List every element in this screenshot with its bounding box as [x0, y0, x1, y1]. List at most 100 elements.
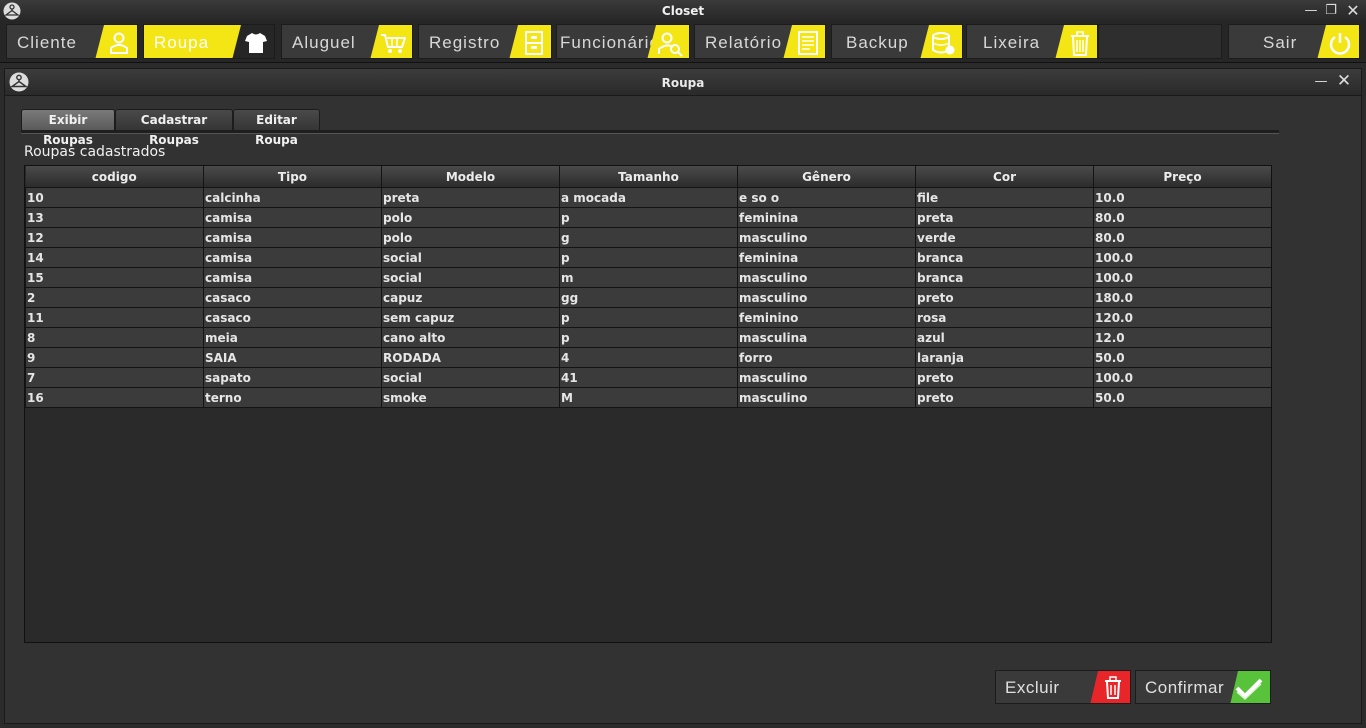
- nav-aluguel-label: Aluguel: [292, 33, 356, 52]
- nav-funcionario-tag: [647, 25, 689, 58]
- database-icon: [932, 32, 955, 55]
- table-cell: camisa: [203, 207, 382, 228]
- minimize-button[interactable]: —: [1302, 2, 1320, 20]
- table-row[interactable]: 13 camisa polo p feminina preta 80.0: [25, 207, 1271, 228]
- file-cabinet-icon: [525, 31, 543, 55]
- nav-relatorio-tag: [783, 25, 825, 58]
- nav-backup-button[interactable]: Backup: [831, 24, 963, 59]
- table-row[interactable]: 10 calcinha preta a mocada e so o file 10.0: [25, 187, 1271, 208]
- checkmark-icon: [1235, 678, 1263, 700]
- report-icon: [798, 31, 818, 55]
- table-cell: e so o: [737, 187, 916, 208]
- nav-sair-label: Sair: [1263, 33, 1298, 52]
- table-cell: 12.0: [1093, 327, 1271, 348]
- main-nav-bar: Cliente Roupa Aluguel Registro Funcionár…: [0, 22, 1366, 63]
- table-cell: 50.0: [1093, 347, 1271, 368]
- table-cell: rosa: [915, 307, 1094, 328]
- nav-registro-button[interactable]: Registro: [418, 24, 552, 59]
- table-cell: 16: [25, 387, 204, 408]
- table-row[interactable]: 16 terno smoke Mmasculino preto 50.0: [25, 387, 1271, 408]
- table-cell: 10: [25, 187, 204, 208]
- tab-cadastrar-roupas[interactable]: Cadastrar Roupas: [115, 109, 233, 147]
- nav-sair-button[interactable]: Sair: [1228, 24, 1360, 59]
- nav-backup-tag: [920, 25, 962, 58]
- table-cell: p: [559, 307, 738, 328]
- nav-registro-label: Registro: [429, 33, 501, 52]
- table-cell: camisa: [203, 227, 382, 248]
- column-header-tipo[interactable]: Tipo: [203, 166, 382, 188]
- table-cell: 100.0: [1093, 267, 1271, 288]
- table-cell: 80.0: [1093, 227, 1271, 248]
- column-header-cor[interactable]: Cor: [915, 166, 1094, 188]
- nav-relatorio-button[interactable]: Relatório: [694, 24, 826, 59]
- trash-icon: [1105, 676, 1121, 699]
- table-cell: branca: [915, 267, 1094, 288]
- nav-registro-tag: [509, 25, 551, 58]
- nav-funcionario-button[interactable]: Funcionário: [556, 24, 690, 59]
- table-row[interactable]: 15 camisa social m masculino branca 100.0: [25, 267, 1271, 288]
- frame-close-button[interactable]: ✕: [1335, 72, 1353, 90]
- close-button[interactable]: ✕: [1344, 2, 1362, 20]
- table-cell: feminino: [737, 307, 916, 328]
- window-title: Closet: [661, 4, 705, 18]
- column-header-tamanho[interactable]: Tamanho: [559, 166, 738, 188]
- restore-button[interactable]: ❐: [1322, 2, 1340, 20]
- excluir-button[interactable]: Excluir: [995, 670, 1131, 704]
- trash-icon: [1071, 31, 1089, 56]
- nav-cliente-label: Cliente: [17, 33, 77, 52]
- table-cell: a mocada: [559, 187, 738, 208]
- tab-editar-roupa[interactable]: Editar Roupa: [233, 109, 320, 147]
- table-cell: preto: [915, 387, 1094, 408]
- table-cell: preta: [381, 187, 560, 208]
- table-cell: 50.0: [1093, 387, 1271, 408]
- table-cell: feminina: [737, 207, 916, 228]
- column-header-preco[interactable]: Preço: [1093, 166, 1271, 188]
- table-cell: 8: [25, 327, 204, 348]
- tab-exibir-roupas[interactable]: Exibir Roupas: [21, 109, 115, 147]
- table-cell: sapato: [203, 367, 382, 388]
- table-cell: cano alto: [381, 327, 560, 348]
- nav-cliente-button[interactable]: Cliente: [6, 24, 138, 59]
- column-header-codigo[interactable]: codigo: [25, 166, 204, 188]
- nav-aluguel-button[interactable]: Aluguel: [281, 24, 413, 59]
- nav-aluguel-tag: [370, 25, 412, 58]
- window-title-bar: Closet — ❐ ✕: [0, 0, 1366, 23]
- frame-title-bar: Roupa — ✕: [5, 69, 1361, 96]
- table-cell: preto: [915, 367, 1094, 388]
- roupas-table-container[interactable]: codigo Tipo Modelo Tamanho Gênero Cor Pr…: [24, 165, 1272, 643]
- table-cell: 180.0: [1093, 287, 1271, 308]
- nav-lixeira-button[interactable]: Lixeira: [966, 24, 1098, 59]
- column-header-modelo[interactable]: Modelo: [381, 166, 560, 188]
- table-cell: social: [381, 267, 560, 288]
- table-cell: 120.0: [1093, 307, 1271, 328]
- cart-icon: [381, 34, 406, 53]
- roupas-table: codigo Tipo Modelo Tamanho Gênero Cor Pr…: [25, 166, 1271, 408]
- table-cell: feminina: [737, 247, 916, 268]
- nav-roupa-tag: [232, 25, 274, 58]
- column-header-genero[interactable]: Gênero: [737, 166, 916, 188]
- table-row[interactable]: 11 casaco sem capuz p feminino rosa 120.0: [25, 307, 1271, 328]
- table-row[interactable]: 12 camisa polo g masculino verde 80.0: [25, 227, 1271, 248]
- table-cell: 7: [25, 367, 204, 388]
- shirt-icon: [245, 33, 267, 53]
- table-cell: m: [559, 267, 738, 288]
- nav-backup-label: Backup: [846, 33, 909, 52]
- table-cell: meia: [203, 327, 382, 348]
- table-row[interactable]: 7 sapato social 41 masculino preto 100.0: [25, 367, 1271, 388]
- table-cell: masculino: [737, 387, 916, 408]
- table-row[interactable]: 9 SAIA RODADA 4 forro laranja 50.0: [25, 347, 1271, 368]
- confirmar-button[interactable]: Confirmar: [1135, 670, 1271, 704]
- nav-roupa-button[interactable]: Roupa: [143, 24, 275, 59]
- table-cell: forro: [737, 347, 916, 368]
- table-row[interactable]: 8 meia cano alto p masculina azul 12.0: [25, 327, 1271, 348]
- confirmar-label: Confirmar: [1145, 678, 1225, 697]
- table-row[interactable]: 2 casaco capuz gg masculino preto 180.0: [25, 287, 1271, 308]
- power-icon: [1329, 33, 1351, 55]
- table-cell: calcinha: [203, 187, 382, 208]
- table-cell: preto: [915, 287, 1094, 308]
- table-row[interactable]: 14 camisa social p feminina branca 100.0: [25, 247, 1271, 268]
- nav-lixeira-label: Lixeira: [983, 33, 1041, 52]
- table-header-row: codigo Tipo Modelo Tamanho Gênero Cor Pr…: [25, 166, 1271, 188]
- frame-minimize-button[interactable]: —: [1312, 73, 1330, 91]
- table-cell: azul: [915, 327, 1094, 348]
